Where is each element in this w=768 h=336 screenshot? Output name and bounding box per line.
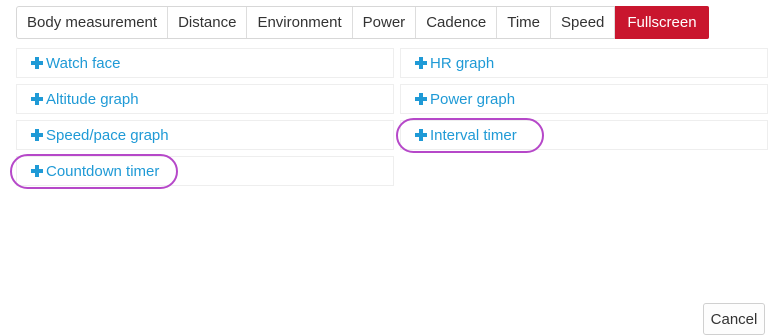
widget-label: Interval timer [430,126,517,144]
dialog: Body measurement Distance Environment Po… [0,0,768,336]
cancel-button[interactable]: Cancel [703,303,765,335]
widget-label: Power graph [430,90,516,108]
plus-icon [415,129,427,141]
widget-label: Watch face [46,54,121,72]
add-speed-pace-graph-button[interactable]: Speed/pace graph [16,120,394,150]
tab-body-measurement[interactable]: Body measurement [17,7,169,38]
tab-environment[interactable]: Environment [247,7,353,38]
plus-icon [415,57,427,69]
widget-label: Countdown timer [46,162,160,180]
tab-cadence[interactable]: Cadence [416,7,498,38]
widget-label: Altitude graph [46,90,139,108]
plus-icon [31,129,43,141]
plus-icon [31,93,43,105]
add-altitude-graph-button[interactable]: Altitude graph [16,84,394,114]
tab-speed[interactable]: Speed [551,7,616,38]
category-tabs: Body measurement Distance Environment Po… [16,6,709,39]
add-countdown-timer-button[interactable]: Countdown timer [16,156,394,186]
tab-power[interactable]: Power [353,7,417,38]
widget-label: HR graph [430,54,495,72]
widget-label: Speed/pace graph [46,126,169,144]
tab-time[interactable]: Time [497,7,552,38]
plus-icon [31,57,43,69]
add-hr-graph-button[interactable]: HR graph [400,48,768,78]
plus-icon [31,165,43,177]
tab-fullscreen[interactable]: Fullscreen [615,6,709,39]
tab-distance[interactable]: Distance [168,7,248,38]
plus-icon [415,93,427,105]
add-watch-face-button[interactable]: Watch face [16,48,394,78]
add-power-graph-button[interactable]: Power graph [400,84,768,114]
add-interval-timer-button[interactable]: Interval timer [400,120,768,150]
